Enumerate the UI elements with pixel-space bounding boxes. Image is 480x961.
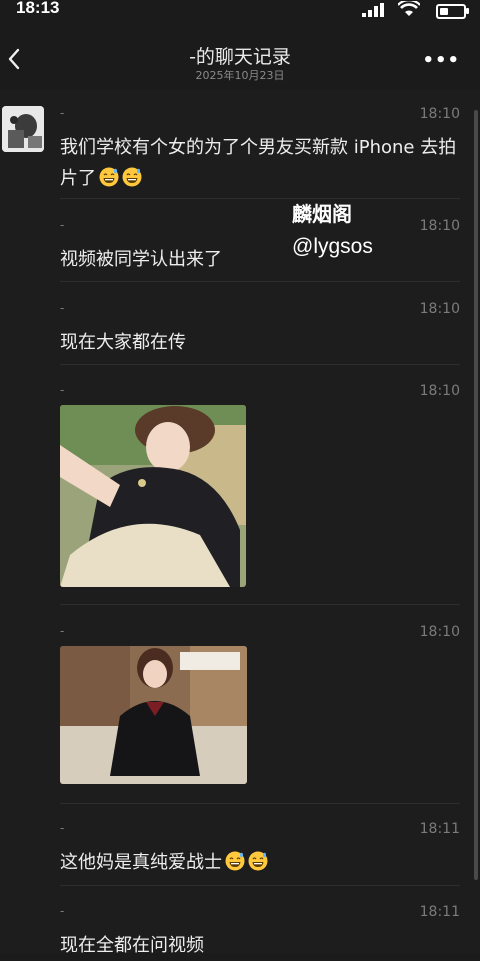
cellular-signal-icon [362,3,384,17]
photo-message[interactable] [60,646,247,784]
message-time: 18:10 [419,301,460,317]
more-options-icon[interactable]: ••• [422,50,460,71]
chat-header: -的聊天记录 2025年10月23日 ••• [0,22,480,90]
sender-name: - [60,904,65,918]
list-item: - 18:10 [60,383,460,403]
wifi-icon [398,1,420,16]
chat-date: 2025年10月23日 [195,69,285,82]
chat-history-list[interactable]: - 18:10 我们学校有个女的为了个男友买新款 iPhone 去拍片了 - 1… [0,90,480,956]
message-text-content: 我们学校有个女的为了个男友买新款 iPhone 去拍片了 [60,137,457,189]
message-time: 18:10 [419,218,460,234]
message-text: 现在大家都在传 [60,332,186,353]
message-text: 这他妈是真纯爱战士 [60,847,460,878]
sender-name: - [60,624,65,638]
divider [60,198,460,199]
message-time: 18:11 [419,821,460,837]
watermark-title: 麟烟阁 [292,202,352,226]
message-time: 18:10 [419,624,460,640]
grinning-sweat-emoji-icon [248,851,268,871]
scrollbar[interactable] [474,110,478,880]
photo-message[interactable] [60,405,246,587]
message-time: 18:11 [419,904,460,920]
list-item[interactable]: - 18:11 现在全都在问视频 [60,904,460,956]
grinning-sweat-emoji-icon [225,851,245,871]
watermark-handle: @lygsos [292,235,373,258]
list-item: - 18:10 [60,624,460,644]
battery-icon [436,4,469,19]
page-title: -的聊天记录 [189,46,291,68]
list-item[interactable]: - 18:11 这他妈是真纯爱战士 [60,821,460,881]
sender-name: - [60,106,65,120]
sender-name: - [60,218,65,232]
list-item[interactable]: - 18:10 视频被同学认出来了 [60,218,460,278]
message-time: 18:10 [419,106,460,122]
list-item[interactable]: - 18:10 现在大家都在传 [60,301,460,361]
sender-name: - [60,383,65,397]
message-time: 18:10 [419,383,460,399]
status-bar: 18:13 [0,0,480,22]
message-text: 视频被同学认出来了 [60,249,222,270]
status-time: 18:13 [16,0,60,17]
sender-name: - [60,821,65,835]
divider [60,281,460,282]
grinning-sweat-emoji-icon [122,167,142,187]
divider [60,885,460,886]
message-text-content: 这他妈是真纯爱战士 [60,852,222,873]
divider [60,364,460,365]
message-text: 我们学校有个女的为了个男友买新款 iPhone 去拍片了 [60,132,460,194]
avatar[interactable] [2,106,44,152]
message-text: 现在全都在问视频 [60,935,204,956]
list-item[interactable]: - 18:10 我们学校有个女的为了个男友买新款 iPhone 去拍片了 [60,106,460,206]
divider [60,803,460,804]
grinning-sweat-emoji-icon [99,167,119,187]
sender-name: - [60,301,65,315]
divider [60,604,460,605]
